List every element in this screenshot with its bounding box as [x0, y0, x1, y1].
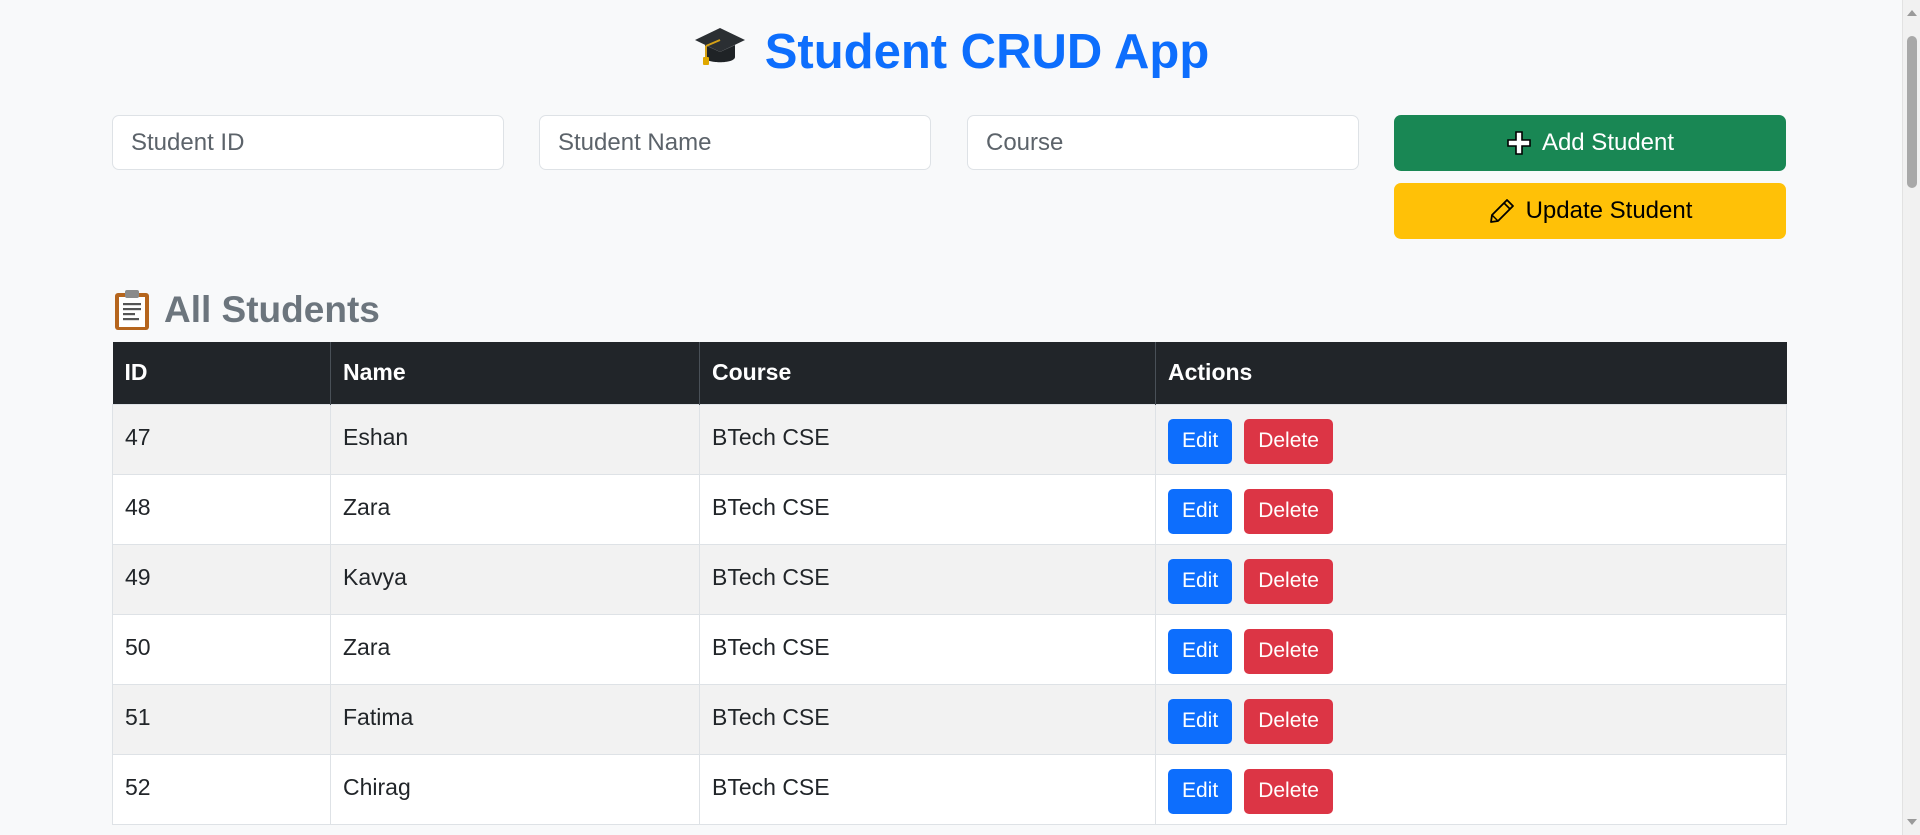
- delete-button[interactable]: Delete: [1244, 418, 1333, 464]
- id-value: 47: [125, 423, 151, 450]
- column-header-id: ID: [112, 342, 331, 404]
- cell-name: Zara: [330, 613, 700, 685]
- page-title: Student CRUD App: [0, 22, 1902, 86]
- delete-button[interactable]: Delete: [1244, 558, 1333, 604]
- delete-button[interactable]: Delete: [1244, 698, 1333, 744]
- edit-button[interactable]: Edit: [1168, 488, 1233, 534]
- course-value: BTech CSE: [712, 563, 830, 590]
- course-value: BTech CSE: [712, 773, 830, 800]
- app-title-text: Student CRUD App: [764, 25, 1210, 79]
- name-value: Zara: [343, 633, 391, 660]
- add-student-label: Add Student: [1541, 129, 1675, 156]
- name-value: Fatima: [343, 703, 414, 730]
- cell-id: 50: [112, 613, 331, 685]
- course-value: BTech CSE: [712, 703, 830, 730]
- cell-actions: Edit Delete: [1155, 683, 1787, 755]
- edit-button[interactable]: Edit: [1168, 558, 1233, 604]
- cell-id: 49: [112, 543, 331, 615]
- cell-actions: Edit Delete: [1155, 543, 1787, 615]
- name-value: Kavya: [343, 563, 407, 590]
- delete-button[interactable]: Delete: [1244, 488, 1333, 534]
- id-value: 50: [125, 633, 151, 660]
- clipboard-icon: [112, 288, 152, 332]
- scroll-down-arrow-icon[interactable]: [1907, 819, 1917, 825]
- cell-course: BTech CSE: [699, 683, 1156, 755]
- name-value: Chirag: [343, 773, 411, 800]
- cell-id: 47: [112, 403, 331, 475]
- delete-button[interactable]: Delete: [1244, 768, 1333, 814]
- cell-name: Kavya: [330, 543, 700, 615]
- cell-id: 52: [112, 753, 331, 825]
- cell-id: 48: [112, 473, 331, 545]
- cell-name: Chirag: [330, 753, 700, 825]
- pencil-icon: [1488, 197, 1516, 225]
- edit-button[interactable]: Edit: [1168, 698, 1233, 744]
- course-input[interactable]: [967, 115, 1359, 170]
- update-student-label: Update Student: [1525, 197, 1693, 224]
- section-title: All Students: [112, 282, 380, 338]
- page: Student CRUD App Add Student Update Stud…: [0, 0, 1902, 835]
- cell-actions: Edit Delete: [1155, 403, 1787, 475]
- course-value: BTech CSE: [712, 633, 830, 660]
- cell-course: BTech CSE: [699, 753, 1156, 825]
- table-row: 52 Chirag BTech CSE Edit Delete: [112, 753, 1787, 825]
- name-value: Eshan: [343, 423, 409, 450]
- table-row: 51 Fatima BTech CSE Edit Delete: [112, 683, 1787, 755]
- name-value: Zara: [343, 493, 391, 520]
- scrollbar-thumb[interactable]: [1907, 36, 1917, 188]
- delete-button[interactable]: Delete: [1244, 628, 1333, 674]
- add-student-button[interactable]: Add Student: [1394, 115, 1786, 171]
- column-header-name: Name: [330, 342, 700, 404]
- course-value: BTech CSE: [712, 423, 830, 450]
- table-header-row: ID Name Course Actions: [112, 342, 1787, 404]
- table-row: 49 Kavya BTech CSE Edit Delete: [112, 543, 1787, 615]
- cell-actions: Edit Delete: [1155, 473, 1787, 545]
- column-header-actions: Actions: [1155, 342, 1787, 404]
- cell-name: Eshan: [330, 403, 700, 475]
- student-id-input[interactable]: [112, 115, 504, 170]
- graduation-cap-icon: [693, 24, 747, 86]
- edit-button[interactable]: Edit: [1168, 418, 1233, 464]
- cell-course: BTech CSE: [699, 473, 1156, 545]
- cell-course: BTech CSE: [699, 403, 1156, 475]
- id-value: 49: [125, 563, 151, 590]
- student-name-input[interactable]: [539, 115, 931, 170]
- table-row: 48 Zara BTech CSE Edit Delete: [112, 473, 1787, 545]
- cell-name: Zara: [330, 473, 700, 545]
- edit-button[interactable]: Edit: [1168, 628, 1233, 674]
- edit-button[interactable]: Edit: [1168, 768, 1233, 814]
- scroll-up-arrow-icon[interactable]: [1907, 10, 1917, 16]
- table-row: 50 Zara BTech CSE Edit Delete: [112, 613, 1787, 685]
- cell-actions: Edit Delete: [1155, 753, 1787, 825]
- id-value: 48: [125, 493, 151, 520]
- column-header-course: Course: [699, 342, 1156, 404]
- cell-course: BTech CSE: [699, 613, 1156, 685]
- students-table: ID Name Course Actions 47 Eshan BTech CS…: [112, 342, 1787, 825]
- table-row: 47 Eshan BTech CSE Edit Delete: [112, 403, 1787, 475]
- cell-course: BTech CSE: [699, 543, 1156, 615]
- cell-actions: Edit Delete: [1155, 613, 1787, 685]
- vertical-scrollbar[interactable]: [1902, 0, 1920, 835]
- section-title-text: All Students: [164, 289, 380, 330]
- cell-id: 51: [112, 683, 331, 755]
- course-value: BTech CSE: [712, 493, 830, 520]
- update-student-button[interactable]: Update Student: [1394, 183, 1786, 239]
- cell-name: Fatima: [330, 683, 700, 755]
- id-value: 52: [125, 773, 151, 800]
- plus-icon: [1506, 130, 1532, 156]
- id-value: 51: [125, 703, 151, 730]
